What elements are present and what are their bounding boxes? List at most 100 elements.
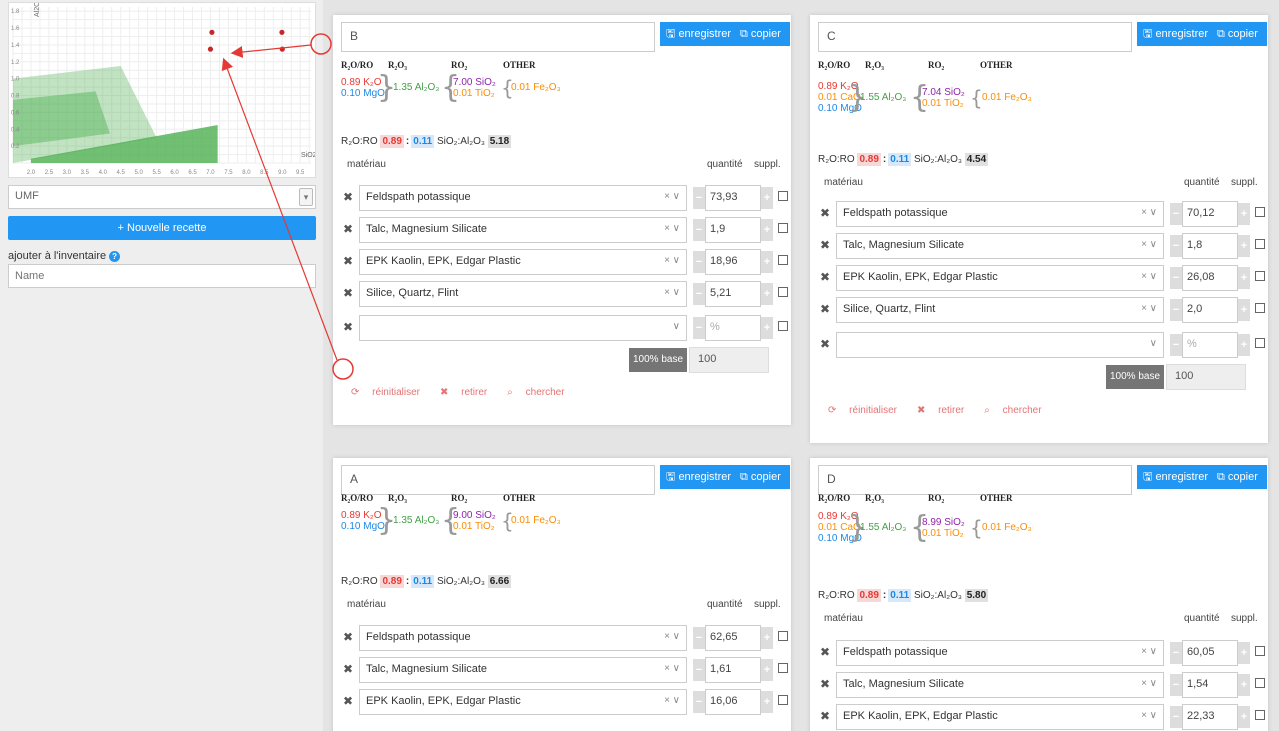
- base-value-input[interactable]: 100: [689, 347, 769, 373]
- material-select[interactable]: Silice, Quartz, Flint × ∨: [836, 297, 1164, 323]
- suppl-checkbox[interactable]: [778, 287, 788, 297]
- remove-row-icon[interactable]: ✖: [343, 630, 353, 644]
- material-select[interactable]: Feldspath potassique × ∨: [359, 625, 687, 651]
- save-button[interactable]: 🖫 enregistrer: [1137, 22, 1215, 46]
- save-button[interactable]: 🖫 enregistrer: [1137, 465, 1215, 489]
- reset-button[interactable]: ⟳ réinitialiser: [828, 405, 907, 416]
- increment-button[interactable]: +: [1238, 235, 1250, 257]
- chart-type-select[interactable]: UMF ▾: [8, 185, 316, 209]
- decrement-button[interactable]: −: [1170, 299, 1182, 321]
- suppl-checkbox[interactable]: [1255, 239, 1265, 249]
- remove-row-icon[interactable]: ✖: [820, 270, 830, 284]
- quantity-input[interactable]: 1,8: [1182, 233, 1238, 259]
- material-select[interactable]: Talc, Magnesium Silicate × ∨: [359, 657, 687, 683]
- increment-button[interactable]: +: [1238, 334, 1250, 356]
- reset-button[interactable]: ⟳ réinitialiser: [351, 387, 430, 398]
- increment-button[interactable]: +: [1238, 674, 1250, 696]
- material-select[interactable]: Feldspath potassique × ∨: [836, 201, 1164, 227]
- recipe-name-input[interactable]: C: [818, 22, 1132, 52]
- increment-button[interactable]: +: [761, 251, 773, 273]
- remove-row-icon[interactable]: ✖: [820, 709, 830, 723]
- clear-chevron-icon[interactable]: × ∨: [1141, 646, 1157, 657]
- decrement-button[interactable]: −: [1170, 203, 1182, 225]
- save-button[interactable]: 🖫 enregistrer: [660, 465, 738, 489]
- increment-button[interactable]: +: [761, 187, 773, 209]
- copy-button[interactable]: ⧉ copier: [1215, 22, 1267, 46]
- help-icon[interactable]: ?: [109, 251, 121, 262]
- remove-row-icon[interactable]: ✖: [820, 302, 830, 316]
- suppl-checkbox[interactable]: [778, 631, 788, 641]
- material-select[interactable]: Silice, Quartz, Flint × ∨: [359, 281, 687, 307]
- search-button[interactable]: ⌕ chercher: [984, 405, 1051, 416]
- clear-chevron-icon[interactable]: × ∨: [664, 255, 680, 266]
- decrement-button[interactable]: −: [1170, 235, 1182, 257]
- base-100-button[interactable]: 100% base: [629, 348, 687, 372]
- remove-row-icon[interactable]: ✖: [820, 645, 830, 659]
- chevron-down-icon[interactable]: ∨: [673, 321, 680, 332]
- quantity-input[interactable]: 5,21: [705, 281, 761, 307]
- quantity-input[interactable]: 1,54: [1182, 672, 1238, 698]
- remove-row-icon[interactable]: ✖: [343, 222, 353, 236]
- base-value-input[interactable]: 100: [1166, 364, 1246, 390]
- quantity-input[interactable]: 1,61: [705, 657, 761, 683]
- quantity-input[interactable]: 16,06: [705, 689, 761, 715]
- suppl-checkbox[interactable]: [1255, 303, 1265, 313]
- increment-button[interactable]: +: [1238, 642, 1250, 664]
- decrement-button[interactable]: −: [1170, 674, 1182, 696]
- quantity-input[interactable]: 18,96: [705, 249, 761, 275]
- quantity-input[interactable]: %: [705, 315, 761, 341]
- decrement-button[interactable]: −: [1170, 267, 1182, 289]
- decrement-button[interactable]: −: [693, 251, 705, 273]
- increment-button[interactable]: +: [761, 659, 773, 681]
- material-select[interactable]: EPK Kaolin, EPK, Edgar Plastic × ∨: [836, 704, 1164, 730]
- clear-chevron-icon[interactable]: × ∨: [664, 695, 680, 706]
- save-button[interactable]: 🖫 enregistrer: [660, 22, 738, 46]
- remove-row-icon[interactable]: ✖: [820, 238, 830, 252]
- copy-button[interactable]: ⧉ copier: [738, 22, 790, 46]
- clear-chevron-icon[interactable]: × ∨: [1141, 710, 1157, 721]
- remove-row-icon[interactable]: ✖: [343, 662, 353, 676]
- search-button[interactable]: ⌕ chercher: [507, 387, 574, 398]
- suppl-checkbox[interactable]: [778, 223, 788, 233]
- remove-row-icon[interactable]: ✖: [343, 254, 353, 268]
- quantity-input[interactable]: %: [1182, 332, 1238, 358]
- material-select[interactable]: ∨: [836, 332, 1164, 358]
- decrement-button[interactable]: −: [693, 691, 705, 713]
- suppl-checkbox[interactable]: [1255, 710, 1265, 720]
- increment-button[interactable]: +: [1238, 706, 1250, 728]
- material-select[interactable]: Talc, Magnesium Silicate × ∨: [359, 217, 687, 243]
- suppl-checkbox[interactable]: [1255, 338, 1265, 348]
- suppl-checkbox[interactable]: [778, 695, 788, 705]
- quantity-input[interactable]: 1,9: [705, 217, 761, 243]
- new-recipe-button[interactable]: + Nouvelle recette: [8, 216, 316, 240]
- decrement-button[interactable]: −: [693, 317, 705, 339]
- decrement-button[interactable]: −: [1170, 334, 1182, 356]
- material-select[interactable]: Talc, Magnesium Silicate × ∨: [836, 233, 1164, 259]
- recipe-name-input[interactable]: D: [818, 465, 1132, 495]
- increment-button[interactable]: +: [761, 317, 773, 339]
- copy-button[interactable]: ⧉ copier: [738, 465, 790, 489]
- material-select[interactable]: Talc, Magnesium Silicate × ∨: [836, 672, 1164, 698]
- remove-button[interactable]: ✖ retirer: [917, 405, 974, 416]
- material-select[interactable]: ∨: [359, 315, 687, 341]
- quantity-input[interactable]: 60,05: [1182, 640, 1238, 666]
- increment-button[interactable]: +: [761, 691, 773, 713]
- decrement-button[interactable]: −: [693, 659, 705, 681]
- clear-chevron-icon[interactable]: × ∨: [1141, 678, 1157, 689]
- decrement-button[interactable]: −: [693, 627, 705, 649]
- recipe-name-input[interactable]: A: [341, 465, 655, 495]
- increment-button[interactable]: +: [1238, 203, 1250, 225]
- remove-row-icon[interactable]: ✖: [343, 694, 353, 708]
- clear-chevron-icon[interactable]: × ∨: [664, 191, 680, 202]
- inventory-name-input[interactable]: [8, 264, 316, 288]
- suppl-checkbox[interactable]: [778, 663, 788, 673]
- suppl-checkbox[interactable]: [1255, 271, 1265, 281]
- remove-row-icon[interactable]: ✖: [820, 206, 830, 220]
- increment-button[interactable]: +: [761, 283, 773, 305]
- clear-chevron-icon[interactable]: × ∨: [1141, 303, 1157, 314]
- clear-chevron-icon[interactable]: × ∨: [1141, 239, 1157, 250]
- decrement-button[interactable]: −: [1170, 706, 1182, 728]
- material-select[interactable]: EPK Kaolin, EPK, Edgar Plastic × ∨: [359, 249, 687, 275]
- material-select[interactable]: Feldspath potassique × ∨: [836, 640, 1164, 666]
- remove-row-icon[interactable]: ✖: [343, 286, 353, 300]
